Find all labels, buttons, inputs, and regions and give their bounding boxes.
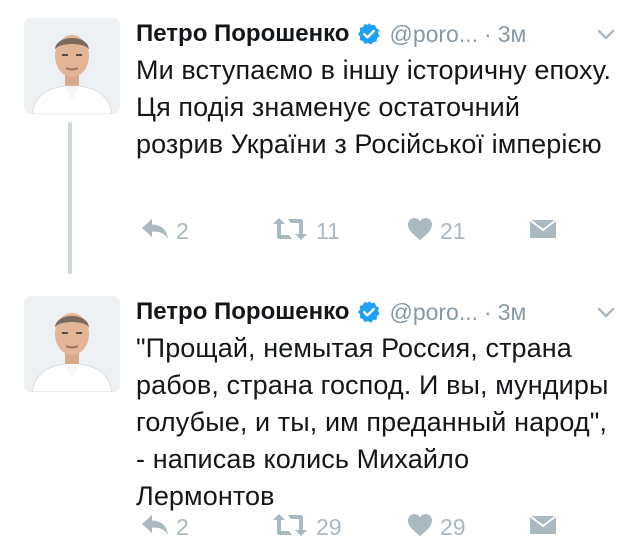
reply-button[interactable]: 2	[140, 214, 189, 248]
avatar[interactable]	[24, 296, 120, 392]
avatar[interactable]	[24, 18, 120, 114]
heart-icon	[406, 216, 434, 247]
reply-count: 2	[176, 513, 189, 540]
reply-icon	[140, 216, 170, 247]
chevron-down-icon[interactable]	[594, 300, 618, 324]
chevron-down-icon[interactable]	[594, 22, 618, 46]
author-handle[interactable]: @poro...	[389, 21, 478, 48]
retweet-count: 11	[316, 217, 340, 244]
timestamp[interactable]: 3м	[498, 299, 527, 326]
reply-icon	[140, 512, 170, 543]
retweet-count: 29	[316, 513, 342, 540]
verified-icon	[357, 22, 381, 46]
author-name[interactable]: Петро Порошенко	[136, 20, 349, 48]
envelope-icon	[528, 512, 558, 543]
tweet-header: Петро Порошенко @poro... · 3м	[136, 14, 618, 54]
like-count: 29	[440, 513, 466, 540]
separator-dot: ·	[484, 20, 492, 47]
like-button[interactable]: 29	[406, 510, 466, 544]
tweet-text: Ми вступаємо в іншу історичну епоху. Ця …	[136, 55, 612, 159]
retweet-button[interactable]: 29	[270, 510, 342, 544]
envelope-icon	[528, 216, 558, 247]
author-handle[interactable]: @poro...	[389, 299, 478, 326]
heart-icon	[406, 512, 434, 543]
tweet[interactable]: Петро Порошенко @poro... · 3м Ми вступає…	[0, 0, 634, 270]
direct-message-button[interactable]	[528, 510, 558, 544]
like-count: 21	[440, 217, 466, 244]
reply-count: 2	[176, 217, 189, 244]
separator-dot: ·	[484, 298, 492, 325]
tweet-text: "Прощай, немытая Россия, страна рабов, с…	[136, 333, 609, 511]
tweet-header: Петро Порошенко @poro... · 3м	[136, 292, 618, 332]
verified-icon	[357, 300, 381, 324]
retweet-icon	[270, 216, 310, 247]
retweet-icon	[270, 512, 310, 543]
reply-button[interactable]: 2	[140, 510, 189, 544]
retweet-button[interactable]: 11	[270, 214, 340, 248]
direct-message-button[interactable]	[528, 214, 558, 248]
like-button[interactable]: 21	[406, 214, 466, 248]
tweet[interactable]: Петро Порошенко @poro... · 3м "Прощай, н…	[0, 278, 634, 540]
timestamp[interactable]: 3м	[498, 21, 527, 48]
author-name[interactable]: Петро Порошенко	[136, 298, 349, 326]
